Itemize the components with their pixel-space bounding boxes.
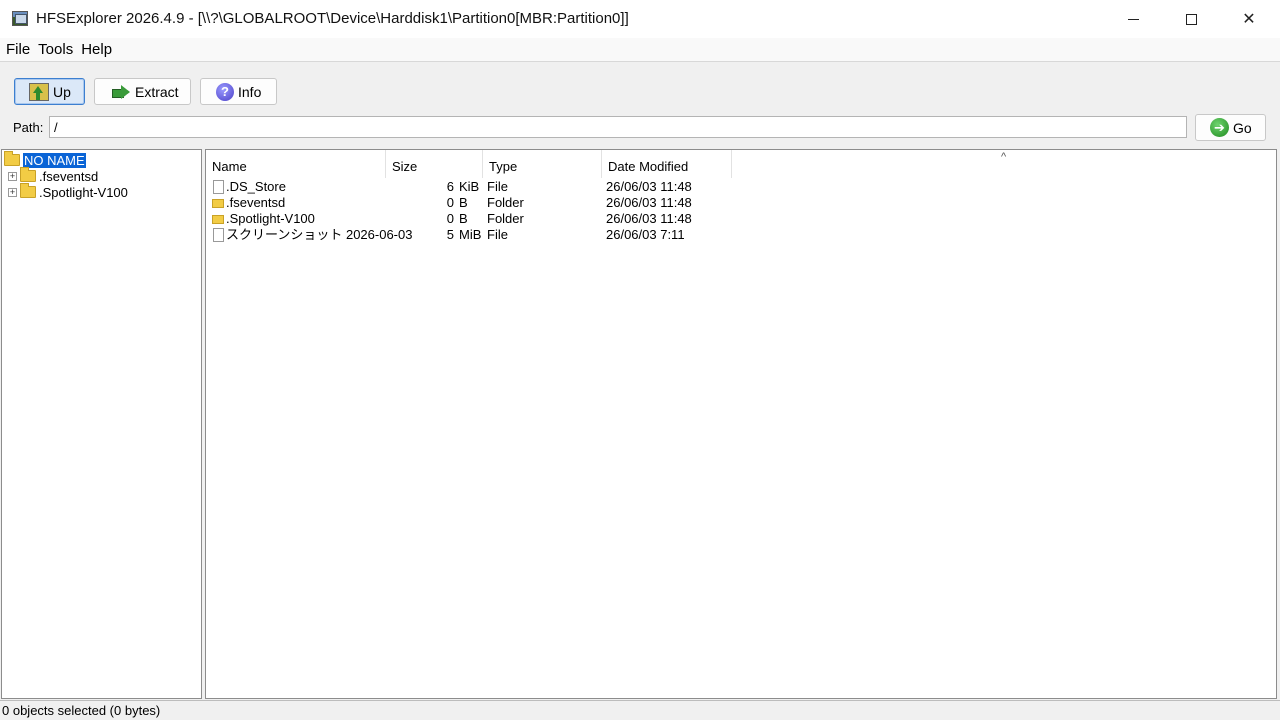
path-label: Path: [13, 120, 44, 135]
extract-button[interactable]: Extract [94, 78, 191, 105]
minimize-button[interactable] [1104, 0, 1162, 38]
column-header-date[interactable]: Date Modified [602, 150, 732, 178]
go-button[interactable]: ➔ Go [1195, 114, 1266, 141]
go-arrow-icon: ➔ [1210, 118, 1229, 137]
sort-indicator-icon: ^ [1001, 151, 1007, 163]
file-type: File [487, 227, 508, 242]
path-input[interactable] [49, 116, 1187, 138]
up-button[interactable]: Up [14, 78, 85, 105]
file-list[interactable]: Name Size Type Date Modified ^ .DS_Store… [205, 149, 1277, 699]
file-size: 0 [446, 195, 454, 210]
tree-item-root[interactable]: NO NAME [4, 151, 86, 168]
file-size: 0 [446, 211, 454, 226]
table-row[interactable]: スクリーンショット 2026-06-03 5 MiB File 26/06/03… [206, 227, 1276, 243]
toolbar: Up Extract ? Info [0, 63, 1280, 113]
maximize-button[interactable] [1162, 0, 1220, 38]
table-row[interactable]: .Spotlight-V100 0 B Folder 26/06/03 11:4… [206, 211, 1276, 227]
menu-help[interactable]: Help [77, 41, 116, 58]
menu-file[interactable]: File [0, 41, 34, 58]
column-header-size[interactable]: Size [386, 150, 483, 178]
question-icon: ? [216, 82, 234, 101]
folder-icon [20, 167, 36, 182]
tree-item-label: .Spotlight-V100 [39, 184, 128, 200]
file-icon [213, 180, 224, 194]
file-name: .Spotlight-V100 [226, 211, 315, 226]
folder-tree[interactable]: NO NAME + .fseventsd + .Spotlight-V100 [1, 149, 202, 699]
up-button-label: Up [53, 83, 71, 100]
list-header: Name Size Type Date Modified ^ [206, 150, 1276, 178]
tree-item-spotlight[interactable]: + .Spotlight-V100 [8, 183, 128, 200]
tree-item-label: .fseventsd [39, 168, 99, 184]
info-button-label: Info [238, 83, 262, 100]
column-header-type[interactable]: Type [483, 150, 602, 178]
close-button[interactable]: ✕ [1220, 0, 1278, 38]
expand-icon[interactable]: + [8, 187, 17, 197]
menu-tools[interactable]: Tools [34, 41, 77, 58]
file-size-unit: MiB [459, 227, 482, 242]
file-name: .DS_Store [226, 179, 286, 194]
maximize-icon [1185, 13, 1197, 25]
window-title: HFSExplorer 2026.4.9 - [\\?\GLOBALROOT\D… [36, 10, 629, 27]
folder-icon [20, 183, 36, 198]
table-row[interactable]: .DS_Store 6 KiB File 26/06/03 11:48 [206, 179, 1276, 195]
file-date: 26/06/03 7:11 [606, 227, 685, 242]
file-size: 5 [446, 227, 454, 242]
column-header-name[interactable]: Name [206, 150, 386, 178]
expand-icon[interactable]: + [8, 171, 17, 181]
extract-button-label: Extract [135, 83, 179, 100]
menu-bar: File Tools Help [0, 38, 1280, 62]
go-button-label: Go [1233, 119, 1252, 136]
file-type: File [487, 179, 508, 194]
status-bar: 0 objects selected (0 bytes) [0, 700, 1280, 720]
file-name: スクリーンショット 2026-06-03 [226, 227, 413, 242]
info-button[interactable]: ? Info [200, 78, 277, 105]
minimize-icon [1127, 18, 1139, 20]
file-name: .fseventsd [226, 195, 286, 210]
file-size-unit: B [459, 211, 468, 226]
file-date: 26/06/03 11:48 [606, 179, 692, 194]
file-date: 26/06/03 11:48 [606, 211, 692, 226]
tree-item-label: NO NAME [23, 152, 86, 168]
file-icon [213, 228, 224, 242]
close-icon: ✕ [1242, 11, 1256, 28]
tree-item-fseventsd[interactable]: + .fseventsd [8, 167, 99, 184]
up-folder-icon [29, 82, 49, 101]
file-date: 26/06/03 11:48 [606, 195, 692, 210]
arrow-right-icon [111, 83, 131, 101]
table-row[interactable]: .fseventsd 0 B Folder 26/06/03 11:48 [206, 195, 1276, 211]
file-size: 6 [446, 179, 454, 194]
file-type: Folder [487, 195, 524, 210]
title-bar: HFSExplorer 2026.4.9 - [\\?\GLOBALROOT\D… [0, 0, 1280, 38]
file-size-unit: B [459, 195, 468, 210]
folder-icon [212, 215, 224, 224]
folder-icon [212, 199, 224, 208]
file-type: Folder [487, 211, 524, 226]
file-size-unit: KiB [459, 179, 480, 194]
folder-open-icon [4, 151, 20, 166]
app-icon [12, 11, 28, 26]
